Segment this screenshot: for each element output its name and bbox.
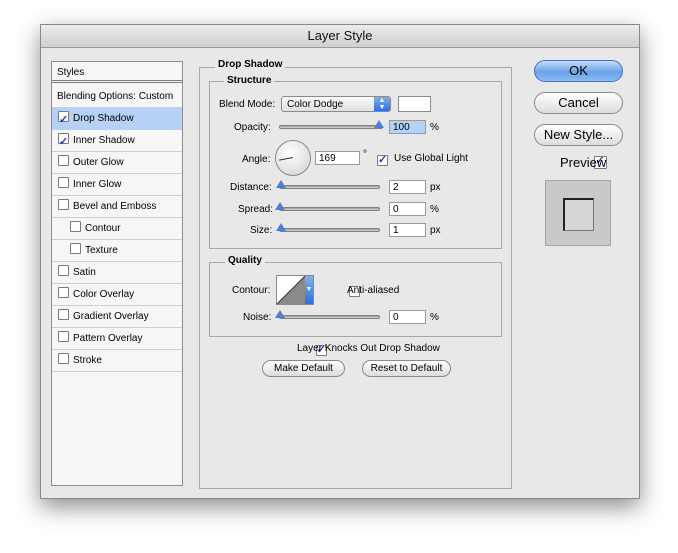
noise-label: Noise: (243, 312, 272, 323)
drop-shadow-title: Drop Shadow (215, 59, 286, 70)
style-checkbox[interactable] (70, 221, 81, 232)
styles-header: Styles (52, 62, 182, 83)
noise-unit: % (430, 312, 439, 323)
contour-picker[interactable]: ▼ (276, 275, 314, 305)
style-checkbox[interactable] (58, 177, 69, 188)
size-unit: px (430, 225, 441, 236)
window-title: Layer Style (41, 25, 639, 48)
distance-label: Distance: (230, 182, 272, 193)
size-input[interactable]: 1 (389, 223, 426, 237)
style-item-satin[interactable]: Satin (52, 262, 182, 284)
spread-slider-track[interactable] (279, 207, 380, 211)
angle-input[interactable]: 169 (315, 151, 360, 165)
opacity-input[interactable]: 100 (389, 120, 426, 134)
make-default-button[interactable]: Make Default (262, 360, 345, 377)
spread-slider-thumb[interactable] (275, 202, 285, 210)
noise-slider-thumb[interactable] (275, 310, 285, 318)
angle-label: Angle: (242, 154, 271, 165)
noise-input[interactable]: 0 (389, 310, 426, 324)
preview-swatch (563, 198, 594, 231)
distance-unit: px (430, 182, 441, 193)
size-slider-track[interactable] (279, 228, 380, 232)
distance-input[interactable]: 2 (389, 180, 426, 194)
style-item-label: Satin (73, 267, 96, 278)
style-item-drop-shadow[interactable]: Drop Shadow (52, 108, 182, 131)
blend-mode-select[interactable]: Color Dodge ▲ ▼ (281, 96, 391, 112)
style-checkbox[interactable] (58, 155, 69, 166)
new-style-button[interactable]: New Style... (534, 124, 623, 146)
preview-label: Preview (560, 155, 607, 170)
blend-mode-value: Color Dodge (287, 99, 344, 110)
angle-indicator (279, 157, 294, 161)
style-item-gradient-overlay[interactable]: Gradient Overlay (52, 306, 182, 328)
angle-dial[interactable] (275, 140, 311, 176)
spread-label: Spread: (238, 204, 274, 215)
style-item-label: Color Overlay (73, 289, 135, 300)
blending-options-item[interactable]: Blending Options: Custom (52, 86, 182, 108)
style-item-label: Inner Glow (73, 179, 122, 190)
blend-mode-label: Blend Mode: (219, 99, 276, 110)
style-item-inner-glow[interactable]: Inner Glow (52, 174, 182, 196)
preview-thumbnail (545, 180, 611, 246)
style-item-label: Drop Shadow (73, 113, 134, 124)
style-item-label: Texture (85, 245, 118, 256)
style-checkbox[interactable] (58, 131, 69, 153)
styles-list: Styles Blending Options: Custom Drop Sha… (51, 61, 183, 486)
select-arrows-icon: ▲ ▼ (374, 97, 390, 111)
style-item-texture[interactable]: Texture (52, 240, 182, 262)
angle-unit: ° (363, 149, 367, 160)
distance-slider-track[interactable] (279, 185, 380, 189)
structure-title: Structure (224, 75, 275, 86)
quality-title: Quality (225, 255, 265, 266)
use-global-light-label: Use Global Light (394, 153, 468, 164)
style-checkbox[interactable] (58, 331, 69, 342)
reset-to-default-button[interactable]: Reset to Default (362, 360, 451, 377)
style-item-contour[interactable]: Contour (52, 218, 182, 240)
style-item-label: Inner Shadow (73, 135, 135, 146)
style-checkbox[interactable] (58, 199, 69, 210)
style-item-stroke[interactable]: Stroke (52, 350, 182, 372)
style-item-label: Bevel and Emboss (73, 201, 157, 212)
contour-dropdown-arrow-icon[interactable]: ▼ (305, 276, 313, 304)
style-checkbox[interactable] (58, 109, 69, 131)
opacity-slider-thumb[interactable] (374, 120, 384, 128)
shadow-color-swatch[interactable] (398, 96, 431, 112)
style-checkbox[interactable] (58, 353, 69, 364)
style-item-label: Pattern Overlay (73, 333, 143, 344)
style-checkbox[interactable] (58, 309, 69, 320)
spread-unit: % (430, 204, 439, 215)
contour-label: Contour: (232, 285, 271, 296)
style-item-pattern-overlay[interactable]: Pattern Overlay (52, 328, 182, 350)
distance-slider-thumb[interactable] (276, 180, 286, 188)
style-checkbox[interactable] (58, 265, 69, 276)
style-item-inner-shadow[interactable]: Inner Shadow (52, 130, 182, 153)
style-checkbox[interactable] (58, 287, 69, 298)
style-item-label: Stroke (73, 355, 102, 366)
layer-style-dialog: Layer Style Styles Blending Options: Cus… (40, 24, 640, 499)
style-item-label: Outer Glow (73, 157, 124, 168)
style-item-label: Gradient Overlay (73, 311, 149, 322)
style-item-label: Contour (85, 223, 121, 234)
quality-group (209, 262, 502, 337)
ok-button[interactable]: OK (534, 60, 623, 82)
style-item-bevel-and-emboss[interactable]: Bevel and Emboss (52, 196, 182, 218)
contour-linear-icon (277, 276, 305, 304)
style-item-outer-glow[interactable]: Outer Glow (52, 152, 182, 174)
spread-input[interactable]: 0 (389, 202, 426, 216)
size-slider-thumb[interactable] (276, 223, 286, 231)
anti-aliased-label: Anti-aliased (347, 285, 400, 296)
use-global-light-checkbox[interactable] (377, 153, 388, 166)
opacity-label: Opacity: (234, 122, 271, 133)
opacity-unit: % (430, 122, 439, 133)
style-checkbox[interactable] (70, 243, 81, 254)
size-label: Size: (250, 225, 273, 236)
opacity-slider-track[interactable] (279, 125, 383, 129)
knocks-out-label: Layer Knocks Out Drop Shadow (297, 343, 440, 354)
style-item-color-overlay[interactable]: Color Overlay (52, 284, 182, 306)
cancel-button[interactable]: Cancel (534, 92, 623, 114)
noise-slider-track[interactable] (279, 315, 380, 319)
